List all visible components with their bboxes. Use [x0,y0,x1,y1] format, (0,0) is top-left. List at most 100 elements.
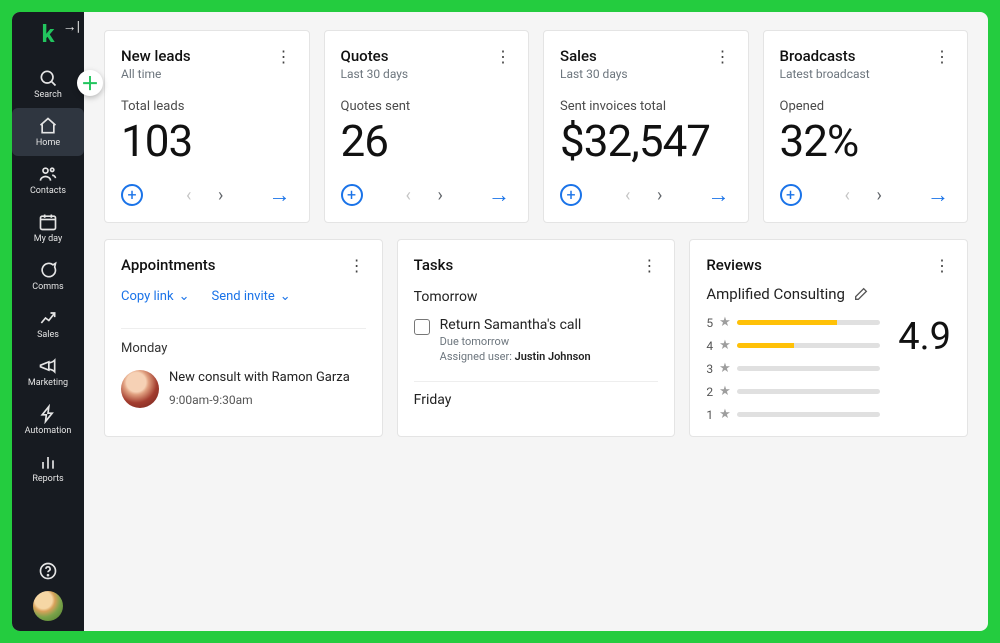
add-sale-button[interactable]: + [560,184,582,206]
sidebar: →| k Search Home Contacts My day [12,12,84,631]
chevron-left-icon[interactable]: ‹ [176,182,202,208]
sidebar-item-label: Sales [37,330,59,340]
card-title: Tasks [414,256,454,274]
card-reviews: Reviews ⋮ Amplified Consulting 5★ [689,239,968,437]
chevron-left-icon[interactable]: ‹ [834,182,860,208]
sidebar-item-myday[interactable]: My day [12,204,84,252]
sidebar-item-sales[interactable]: Sales [12,300,84,348]
more-icon[interactable]: ⋮ [934,256,951,275]
sales-icon [38,308,58,328]
sidebar-item-reports[interactable]: Reports [12,444,84,492]
sidebar-item-label: Automation [25,426,72,436]
metric-value: $32,547 [560,118,732,164]
home-icon [38,116,58,136]
add-quote-button[interactable]: + [341,184,363,206]
card-subtitle: Last 30 days [560,67,628,81]
sidebar-item-automation[interactable]: Automation [12,396,84,444]
appointment-title: New consult with Ramon Garza [169,370,350,387]
open-sales-button[interactable]: → [706,182,732,208]
appointment-time: 9:00am-9:30am [169,393,350,407]
day-header: Monday [121,328,366,356]
card-quotes: Quotes Last 30 days ⋮ Quotes sent 26 + ‹… [324,30,530,223]
metric-value: 26 [341,118,513,164]
sidebar-item-label: Comms [32,282,63,292]
card-title: Appointments [121,256,216,274]
metric-label: Total leads [121,99,293,114]
checkbox[interactable] [414,319,430,335]
sidebar-item-comms[interactable]: Comms [12,252,84,300]
star-icon: ★ [719,384,731,399]
task-assignee-line: Assigned user: Justin Johnson [440,350,591,363]
metric-value: 32% [780,118,952,164]
metric-label: Opened [780,99,952,114]
review-company[interactable]: Amplified Consulting [706,285,951,303]
company-name: Amplified Consulting [706,285,845,303]
more-icon[interactable]: ⋮ [276,47,293,66]
search-icon [38,68,58,88]
sidebar-item-marketing[interactable]: Marketing [12,348,84,396]
chevron-left-icon[interactable]: ‹ [615,182,641,208]
chevron-right-icon[interactable]: › [647,182,673,208]
contact-avatar [121,370,159,408]
bar-fill [737,343,794,348]
sidebar-item-label: Search [34,90,62,100]
add-lead-button[interactable]: + [121,184,143,206]
add-button[interactable]: ＋ [77,70,103,96]
day-header: Tomorrow [414,289,659,305]
chevron-left-icon[interactable]: ‹ [395,182,421,208]
reports-icon [38,452,58,472]
help-icon [38,561,58,581]
chevron-down-icon: ⌄ [280,289,291,304]
edit-icon[interactable] [853,286,869,302]
task-due: Due tomorrow [440,335,591,348]
rating-breakdown: 5★ 4★ 3★ 2★ [706,315,880,422]
metric-label: Sent invoices total [560,99,732,114]
open-broadcasts-button[interactable]: → [925,182,951,208]
main-content: New leads All time ⋮ Total leads 103 + ‹… [84,12,988,631]
chevron-right-icon[interactable]: › [208,182,234,208]
sidebar-item-label: My day [34,234,63,244]
copy-link-button[interactable]: Copy link ⌄ [121,289,189,304]
send-invite-button[interactable]: Send invite ⌄ [211,289,290,304]
more-icon[interactable]: ⋮ [495,47,512,66]
sidebar-item-label: Marketing [28,378,68,388]
card-subtitle: Latest broadcast [780,67,870,81]
collapse-sidebar-icon[interactable]: →| [63,18,80,35]
chevron-right-icon[interactable]: › [427,182,453,208]
rating-score: 4.9 [898,315,951,359]
sidebar-item-help[interactable] [38,551,58,591]
star-icon: ★ [719,338,731,353]
day-header: Friday [414,392,659,408]
rating-row-1: 1★ [706,407,880,422]
more-icon[interactable]: ⋮ [349,256,366,275]
more-icon[interactable]: ⋮ [934,47,951,66]
calendar-icon [38,212,58,232]
automation-icon [38,404,58,424]
app-logo[interactable]: k [42,20,55,48]
rating-row-2: 2★ [706,384,880,399]
star-icon: ★ [719,407,731,422]
card-broadcasts: Broadcasts Latest broadcast ⋮ Opened 32%… [763,30,969,223]
sidebar-item-contacts[interactable]: Contacts [12,156,84,204]
more-icon[interactable]: ⋮ [715,47,732,66]
contacts-icon [38,164,58,184]
star-icon: ★ [719,315,731,330]
megaphone-icon [38,356,58,376]
sidebar-item-label: Home [36,138,60,148]
assignee-name: Justin Johnson [515,350,591,363]
more-icon[interactable]: ⋮ [641,256,658,275]
card-title: Broadcasts [780,47,870,65]
open-quotes-button[interactable]: → [486,182,512,208]
add-broadcast-button[interactable]: + [780,184,802,206]
card-leads: New leads All time ⋮ Total leads 103 + ‹… [104,30,310,223]
chevron-right-icon[interactable]: › [866,182,892,208]
open-leads-button[interactable]: → [267,182,293,208]
sidebar-item-home[interactable]: Home [12,108,84,156]
task-item[interactable]: Return Samantha's call Due tomorrow Assi… [414,317,659,363]
sidebar-item-search[interactable]: Search [12,60,84,108]
rating-row-4: 4★ [706,338,880,353]
user-avatar[interactable] [33,591,63,621]
rating-row-3: 3★ [706,361,880,376]
appointment-item[interactable]: New consult with Ramon Garza 9:00am-9:30… [121,370,366,408]
card-title: Sales [560,47,628,65]
